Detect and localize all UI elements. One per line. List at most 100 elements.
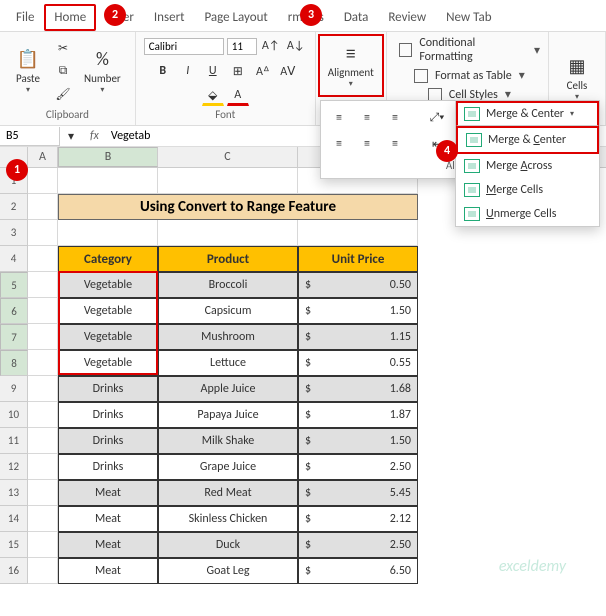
cell-product[interactable]: Papaya Juice: [158, 402, 298, 428]
cell-product[interactable]: Mushroom: [158, 324, 298, 350]
format-as-table-button[interactable]: Format as Table▾: [410, 68, 525, 83]
cell-product[interactable]: Apple Juice: [158, 376, 298, 402]
row-header[interactable]: 12: [0, 454, 28, 480]
copy-button[interactable]: ⧉: [52, 61, 74, 81]
row-header[interactable]: 7: [0, 324, 28, 350]
tab-home[interactable]: Home: [44, 4, 96, 31]
align-middle-button[interactable]: ≡: [355, 107, 379, 129]
alignment-button[interactable]: ≡ Alignment ▾: [318, 34, 384, 97]
cell-price[interactable]: $2.12: [298, 506, 418, 532]
col-header-a[interactable]: A: [28, 147, 58, 167]
menu-merge-center[interactable]: Merge & Center: [456, 126, 599, 154]
align-left-button[interactable]: ≡: [327, 133, 351, 155]
menu-unmerge-cells[interactable]: Unmerge Cells: [456, 202, 599, 226]
cell-price[interactable]: $1.87: [298, 402, 418, 428]
col-header-c[interactable]: C: [158, 147, 298, 167]
paste-button[interactable]: 📋 Paste ▾: [8, 44, 48, 99]
font-up-button[interactable]: Aᐞ: [252, 61, 274, 81]
cell-empty[interactable]: [28, 428, 58, 454]
align-center-button[interactable]: ≡: [355, 133, 379, 155]
tab-newtab[interactable]: New Tab: [436, 4, 501, 31]
row-header[interactable]: 5: [0, 272, 28, 298]
decrease-font-button[interactable]: A↓: [285, 36, 307, 56]
cell-price[interactable]: $5.45: [298, 480, 418, 506]
cell-product[interactable]: Lettuce: [158, 350, 298, 376]
cell-empty[interactable]: [28, 532, 58, 558]
underline-button[interactable]: U: [202, 61, 224, 81]
tab-file[interactable]: File: [6, 4, 44, 31]
cell-price[interactable]: $2.50: [298, 454, 418, 480]
align-top-button[interactable]: ≡: [327, 107, 351, 129]
row-header[interactable]: 10: [0, 402, 28, 428]
cell-product[interactable]: Skinless Chicken: [158, 506, 298, 532]
cell-empty[interactable]: [28, 480, 58, 506]
cell-category[interactable]: Drinks: [58, 428, 158, 454]
align-bottom-button[interactable]: ≡: [383, 107, 407, 129]
border-button[interactable]: ⊞: [227, 61, 249, 81]
row-header[interactable]: 3: [0, 220, 28, 246]
cut-button[interactable]: ✂: [52, 38, 74, 58]
row-header[interactable]: 9: [0, 376, 28, 402]
cell-category[interactable]: Meat: [58, 532, 158, 558]
cell-category[interactable]: Vegetable: [58, 298, 158, 324]
cell-category[interactable]: Vegetable: [58, 272, 158, 298]
cell-product[interactable]: Capsicum: [158, 298, 298, 324]
namebox-dropdown[interactable]: ▾: [60, 126, 82, 146]
fx-icon[interactable]: fx: [82, 127, 107, 145]
cell-empty[interactable]: [28, 298, 58, 324]
tab-data[interactable]: Data: [334, 4, 379, 31]
cell-category[interactable]: Meat: [58, 506, 158, 532]
tab-insert[interactable]: Insert: [144, 4, 195, 31]
cell-product[interactable]: Grape Juice: [158, 454, 298, 480]
fill-color-button[interactable]: ⬙: [202, 86, 224, 106]
row-header[interactable]: 16: [0, 558, 28, 584]
font-size-select[interactable]: [227, 38, 257, 55]
menu-merge-across[interactable]: Merge Across: [456, 154, 599, 178]
cell-category[interactable]: Drinks: [58, 454, 158, 480]
cell-empty[interactable]: [28, 558, 58, 584]
cell-empty[interactable]: [28, 402, 58, 428]
number-format-button[interactable]: % Number ▾: [78, 44, 127, 99]
row-header[interactable]: 8: [0, 350, 28, 376]
cell-product[interactable]: Goat Leg: [158, 558, 298, 584]
cell-price[interactable]: $1.68: [298, 376, 418, 402]
cell-price[interactable]: $1.50: [298, 428, 418, 454]
cell-category[interactable]: Meat: [58, 558, 158, 584]
cell-product[interactable]: Duck: [158, 532, 298, 558]
row-header[interactable]: 14: [0, 506, 28, 532]
align-right-button[interactable]: ≡: [383, 133, 407, 155]
cell-price[interactable]: $2.50: [298, 532, 418, 558]
bold-button[interactable]: B: [152, 61, 174, 81]
cell-category[interactable]: Drinks: [58, 376, 158, 402]
font-name-select[interactable]: [144, 38, 224, 55]
cell-empty[interactable]: [28, 350, 58, 376]
tab-review[interactable]: Review: [378, 4, 436, 31]
cell-product[interactable]: Broccoli: [158, 272, 298, 298]
row-header[interactable]: 11: [0, 428, 28, 454]
cell-category[interactable]: Vegetable: [58, 324, 158, 350]
cells-button[interactable]: ▦ Cells ▾: [557, 51, 597, 106]
row-header[interactable]: 2: [0, 194, 28, 220]
cell-price[interactable]: $0.50: [298, 272, 418, 298]
cell-price[interactable]: $6.50: [298, 558, 418, 584]
cell-product[interactable]: Milk Shake: [158, 428, 298, 454]
row-header[interactable]: 15: [0, 532, 28, 558]
cell-price[interactable]: $1.50: [298, 298, 418, 324]
row-header[interactable]: 13: [0, 480, 28, 506]
increase-font-button[interactable]: A↑: [260, 36, 282, 56]
name-box[interactable]: [0, 127, 60, 146]
cell-empty[interactable]: [28, 376, 58, 402]
tab-pagelayout[interactable]: Page Layout: [194, 4, 277, 31]
menu-merge-cells[interactable]: Merge Cells: [456, 178, 599, 202]
cell-price[interactable]: $0.55: [298, 350, 418, 376]
orientation-button[interactable]: ⤢▾: [425, 107, 449, 129]
cell-empty[interactable]: [28, 324, 58, 350]
cell-empty[interactable]: [28, 272, 58, 298]
cell-category[interactable]: Meat: [58, 480, 158, 506]
font-color-button[interactable]: A: [227, 86, 249, 106]
font-down-button[interactable]: Aᐯ: [277, 61, 299, 81]
cell-empty[interactable]: [28, 506, 58, 532]
col-header-b[interactable]: B: [58, 147, 158, 167]
cell-category[interactable]: Drinks: [58, 402, 158, 428]
cell-price[interactable]: $1.15: [298, 324, 418, 350]
